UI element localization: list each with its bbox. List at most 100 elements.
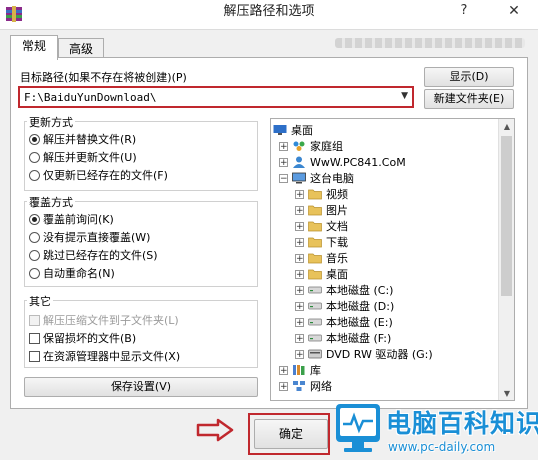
checkbox-icon[interactable] [29, 314, 40, 326]
misc-group: 其它 解压压缩文件到子文件夹(L) 保留损坏的文件(B) 在资源管理器中显示文件… [24, 293, 258, 368]
tree-item[interactable]: + DVD RW 驱动器 (G:) [295, 346, 433, 362]
tree-item-label: 桌面 [291, 124, 313, 137]
expand-icon[interactable]: + [279, 141, 288, 151]
tree-item-label: 本地磁盘 (D:) [326, 300, 395, 313]
expand-icon[interactable]: + [295, 301, 304, 311]
computer-icon [292, 172, 306, 184]
radio-skip[interactable]: 跳过已经存在的文件(S) [29, 247, 158, 263]
close-button[interactable]: ✕ [490, 0, 538, 24]
expand-icon[interactable]: + [295, 221, 304, 231]
tree-item-label: 本地磁盘 (E:) [326, 316, 393, 329]
tree-item[interactable]: + 文档 [295, 218, 348, 234]
radio-update[interactable]: 解压并更新文件(U) [29, 149, 137, 165]
folder-icon [308, 204, 322, 216]
tab-general[interactable]: 常规 [10, 35, 58, 60]
tree-item-label: 本地磁盘 (F:) [326, 332, 392, 345]
tree-item[interactable]: + 本地磁盘 (D:) [295, 298, 394, 314]
tree-item-label: 文档 [326, 220, 348, 233]
expand-icon[interactable]: + [295, 349, 304, 359]
tree-item[interactable]: 桌面 [273, 122, 313, 138]
folder-icon [308, 268, 322, 280]
target-path-combobox[interactable]: F:\BaiduYunDownload\ ▼ [18, 86, 414, 108]
checkbox-show-in-explorer[interactable]: 在资源管理器中显示文件(X) [29, 348, 180, 364]
save-settings-button[interactable]: 保存设置(V) [24, 377, 258, 397]
radio-icon[interactable] [29, 267, 40, 279]
radio-overwrite[interactable]: 没有提示直接覆盖(W) [29, 229, 150, 245]
tree-item[interactable]: − 这台电脑 [279, 170, 354, 186]
logo-text: 电脑百科知识 [386, 409, 538, 438]
checkbox-extract-subfolder[interactable]: 解压压缩文件到子文件夹(L) [29, 312, 179, 328]
radio-icon[interactable] [29, 169, 40, 181]
expand-icon[interactable]: + [295, 205, 304, 215]
arrow-right-icon [196, 418, 234, 442]
folder-icon [308, 252, 322, 264]
tree-item-label: 视频 [326, 188, 348, 201]
tree-item-label: 音乐 [326, 252, 348, 265]
radio-icon[interactable] [29, 213, 40, 225]
drive-icon [308, 316, 322, 328]
ok-highlight [248, 413, 330, 455]
expand-icon[interactable]: + [295, 189, 304, 199]
radio-replace[interactable]: 解压并替换文件(R) [29, 131, 136, 147]
tree-item-label: 桌面 [326, 268, 348, 281]
tree-item[interactable]: + 库 [279, 362, 321, 378]
tree-item[interactable]: + 图片 [295, 202, 348, 218]
radio-existing-only[interactable]: 仅更新已经存在的文件(F) [29, 167, 168, 183]
tree-item-label: 家庭组 [310, 140, 343, 153]
tree-scrollbar[interactable]: ▲ ▼ [498, 119, 514, 400]
misc-title: 其它 [27, 293, 53, 309]
update-mode-title: 更新方式 [27, 114, 75, 130]
folder-icon [308, 220, 322, 232]
tree-item[interactable]: + 本地磁盘 (C:) [295, 282, 393, 298]
title-bar: 解压路径和选项 ? ✕ [0, 0, 538, 30]
tree-item[interactable]: + 网络 [279, 378, 332, 394]
radio-icon[interactable] [29, 151, 40, 163]
expand-icon[interactable]: + [279, 365, 288, 375]
show-button[interactable]: 显示(D) [424, 67, 514, 87]
radio-ask[interactable]: 覆盖前询问(K) [29, 211, 114, 227]
homegroup-icon [292, 140, 306, 152]
radio-rename[interactable]: 自动重命名(N) [29, 265, 115, 281]
site-logo: 电脑百科知识 www.pc-daily.com [332, 400, 538, 460]
expand-icon[interactable]: + [279, 157, 288, 167]
expand-icon[interactable]: + [295, 253, 304, 263]
tree-item[interactable]: + 桌面 [295, 266, 348, 282]
radio-icon[interactable] [29, 249, 40, 261]
expand-icon[interactable]: + [295, 237, 304, 247]
expand-icon[interactable]: + [295, 269, 304, 279]
scroll-down-icon[interactable]: ▼ [499, 386, 514, 400]
checkbox-keep-broken[interactable]: 保留损坏的文件(B) [29, 330, 136, 346]
collapse-icon[interactable]: − [279, 173, 288, 183]
expand-icon[interactable]: + [295, 333, 304, 343]
checkbox-icon[interactable] [29, 350, 40, 362]
tree-item[interactable]: + WwW.PC841.CoM [279, 154, 406, 170]
help-button[interactable]: ? [450, 0, 478, 24]
tree-item[interactable]: + 下载 [295, 234, 348, 250]
folder-tree[interactable]: 桌面 + 家庭组 + WwW.PC841.CoM − 这台电脑 + 视频 + 图片 + 文档 + 下载 + 音乐… [270, 118, 515, 401]
radio-icon[interactable] [29, 133, 40, 145]
new-folder-button[interactable]: 新建文件夹(E) [424, 89, 514, 109]
expand-icon[interactable]: + [279, 381, 288, 391]
expand-icon[interactable]: + [295, 317, 304, 327]
target-path-value[interactable]: F:\BaiduYunDownload\ [24, 91, 156, 104]
tree-item[interactable]: + 本地磁盘 (F:) [295, 330, 391, 346]
tree-item[interactable]: + 视频 [295, 186, 348, 202]
tree-item-label: 这台电脑 [310, 172, 354, 185]
radio-icon[interactable] [29, 231, 40, 243]
drive-icon [308, 300, 322, 312]
overwrite-mode-group: 覆盖方式 覆盖前询问(K) 没有提示直接覆盖(W) 跳过已经存在的文件(S) 自… [24, 194, 258, 287]
overwrite-mode-title: 覆盖方式 [27, 194, 75, 210]
tree-item[interactable]: + 家庭组 [279, 138, 343, 154]
tree-item-label: 库 [310, 364, 321, 377]
logo-url: www.pc-daily.com [388, 440, 496, 454]
tree-item[interactable]: + 音乐 [295, 250, 348, 266]
scroll-up-icon[interactable]: ▲ [499, 119, 514, 135]
scroll-thumb[interactable] [501, 136, 512, 296]
tree-item[interactable]: + 本地磁盘 (E:) [295, 314, 393, 330]
chevron-down-icon[interactable]: ▼ [401, 91, 408, 101]
expand-icon[interactable]: + [295, 285, 304, 295]
tree-item-label: 下载 [326, 236, 348, 249]
checkbox-icon[interactable] [29, 332, 40, 344]
library-icon [292, 364, 306, 376]
tree-item-label: DVD RW 驱动器 (G:) [326, 348, 433, 361]
